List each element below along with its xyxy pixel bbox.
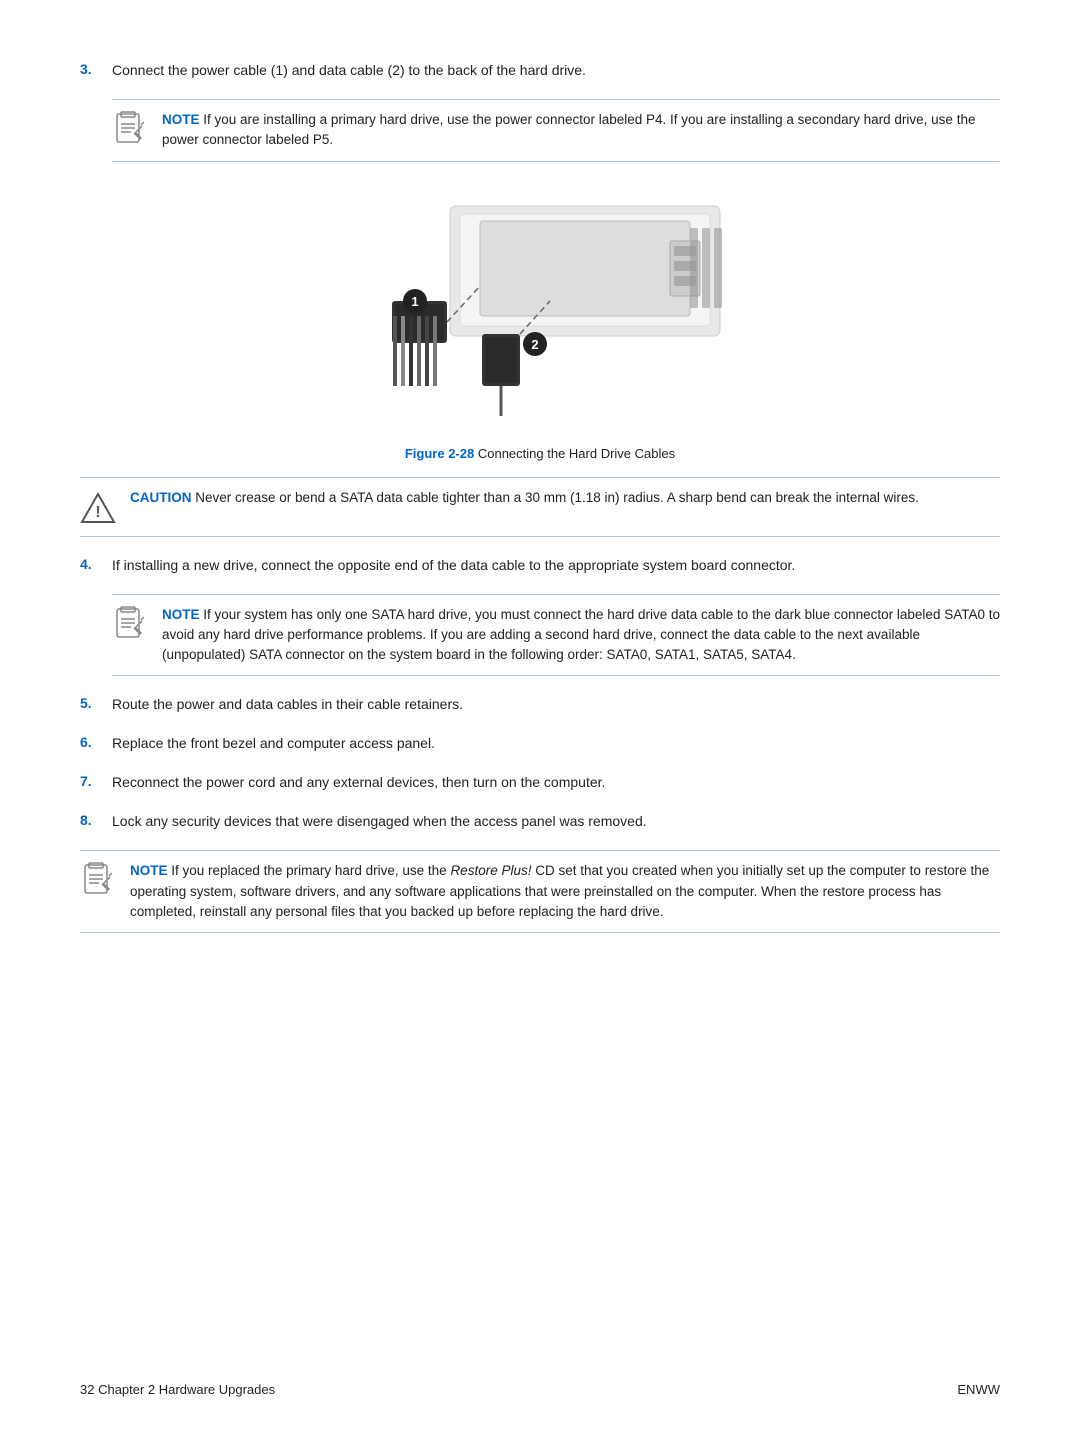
note-1-content: If you are installing a primary hard dri… bbox=[162, 112, 975, 147]
note-icon-2 bbox=[112, 605, 150, 643]
caution-1-label: CAUTION bbox=[130, 490, 192, 505]
step-4: 4. If installing a new drive, connect th… bbox=[80, 555, 1000, 576]
footer-left: 32 Chapter 2 Hardware Upgrades bbox=[80, 1382, 275, 1397]
step-5-text: Route the power and data cables in their… bbox=[112, 694, 1000, 715]
hard-drive-illustration: 1 2 bbox=[330, 186, 750, 446]
step-7: 7. Reconnect the power cord and any exte… bbox=[80, 772, 1000, 793]
note-3-label: NOTE bbox=[130, 863, 168, 878]
caution-box-1: ! CAUTION Never crease or bend a SATA da… bbox=[80, 477, 1000, 537]
caution-icon-1: ! bbox=[80, 488, 118, 526]
caution-1-content: Never crease or bend a SATA data cable t… bbox=[195, 490, 919, 505]
note-3-text: NOTE If you replaced the primary hard dr… bbox=[130, 861, 1000, 922]
caution-1-text: CAUTION Never crease or bend a SATA data… bbox=[130, 488, 919, 508]
note-icon-1 bbox=[112, 110, 150, 148]
step-3: 3. Connect the power cable (1) and data … bbox=[80, 60, 1000, 81]
note-1-label: NOTE bbox=[162, 112, 200, 127]
step-5: 5. Route the power and data cables in th… bbox=[80, 694, 1000, 715]
step-3-text: Connect the power cable (1) and data cab… bbox=[112, 60, 1000, 81]
note-2-text: NOTE If your system has only one SATA ha… bbox=[162, 605, 1000, 666]
step-7-text: Reconnect the power cord and any externa… bbox=[112, 772, 1000, 793]
figure-28: 1 2 Figure 2-28 Connecting the Hard Driv… bbox=[80, 186, 1000, 461]
step-7-number: 7. bbox=[80, 772, 112, 789]
step-8: 8. Lock any security devices that were d… bbox=[80, 811, 1000, 832]
svg-text:!: ! bbox=[95, 504, 100, 521]
step-4-text: If installing a new drive, connect the o… bbox=[112, 555, 1000, 576]
note-2-label: NOTE bbox=[162, 607, 200, 622]
note-box-3: NOTE If you replaced the primary hard dr… bbox=[80, 850, 1000, 933]
step-3-number: 3. bbox=[80, 60, 112, 77]
note-3-before: If you replaced the primary hard drive, … bbox=[171, 863, 450, 878]
note-1-text: NOTE If you are installing a primary har… bbox=[162, 110, 1000, 151]
step-5-number: 5. bbox=[80, 694, 112, 711]
step-6-number: 6. bbox=[80, 733, 112, 750]
footer-right: ENWW bbox=[957, 1382, 1000, 1397]
note-icon-3 bbox=[80, 861, 118, 899]
note-box-2: NOTE If your system has only one SATA ha… bbox=[112, 594, 1000, 677]
step-4-number: 4. bbox=[80, 555, 112, 572]
step-6-text: Replace the front bezel and computer acc… bbox=[112, 733, 1000, 754]
note-box-1: NOTE If you are installing a primary har… bbox=[112, 99, 1000, 162]
svg-text:2: 2 bbox=[531, 337, 538, 352]
step-6: 6. Replace the front bezel and computer … bbox=[80, 733, 1000, 754]
svg-text:1: 1 bbox=[411, 294, 418, 309]
note-3-italic: Restore Plus! bbox=[450, 863, 531, 878]
step-8-text: Lock any security devices that were dise… bbox=[112, 811, 1000, 832]
step-8-number: 8. bbox=[80, 811, 112, 828]
figure-28-caption: Figure 2-28 Connecting the Hard Drive Ca… bbox=[405, 446, 675, 461]
figure-label: Figure 2-28 bbox=[405, 446, 474, 461]
note-2-content: If your system has only one SATA hard dr… bbox=[162, 607, 1000, 663]
footer: 32 Chapter 2 Hardware Upgrades ENWW bbox=[80, 1382, 1000, 1397]
figure-caption-text: Connecting the Hard Drive Cables bbox=[478, 446, 675, 461]
